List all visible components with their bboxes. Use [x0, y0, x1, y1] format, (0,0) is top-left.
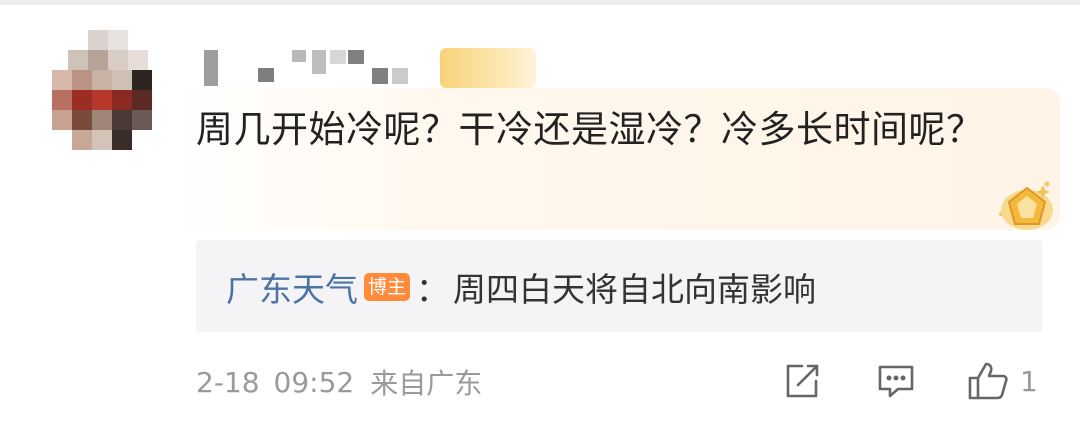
comment-source: 来自广东 [370, 367, 483, 400]
reply-line[interactable]: 广东天气 博主 ： 周四白天将自北向南影响 [226, 262, 816, 312]
medal-badge-icon [995, 176, 1059, 236]
comment-icon [876, 361, 916, 401]
member-badge [440, 48, 536, 88]
comment-button[interactable] [876, 356, 916, 406]
comment-date: 2-18 [196, 365, 260, 399]
blogger-badge: 博主 [364, 273, 411, 301]
comment-text: 周几开始冷呢？干冷还是湿冷？冷多长时间呢？ [196, 108, 984, 151]
share-edit-icon [782, 361, 822, 401]
comment-meta: 2-18 09:52 来自广东 [196, 360, 482, 404]
reply-author[interactable]: 广东天气 [226, 263, 358, 311]
like-button[interactable]: 1 [966, 356, 1038, 406]
thumb-up-icon [966, 360, 1010, 402]
top-divider [0, 0, 1080, 5]
avatar[interactable] [52, 30, 164, 158]
reply-colon: ： [416, 270, 450, 309]
like-count: 1 [1020, 364, 1038, 398]
reply-text: 周四白天将自北向南影响 [453, 270, 817, 309]
comment-time: 09:52 [273, 365, 355, 399]
share-button[interactable] [782, 356, 822, 406]
